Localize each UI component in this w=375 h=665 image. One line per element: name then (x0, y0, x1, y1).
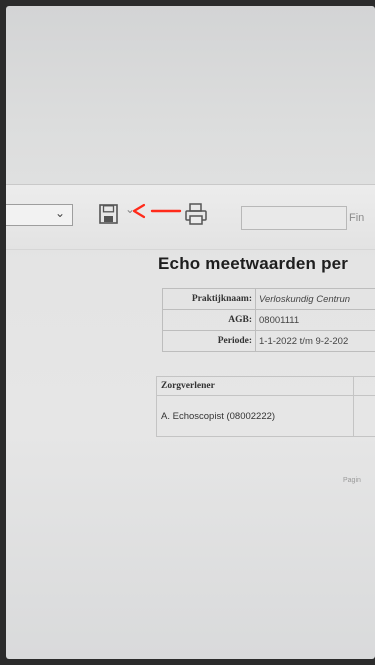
print-icon[interactable] (183, 201, 209, 227)
report-page: Echo meetwaarden per Praktijknaam: Verlo… (146, 248, 375, 548)
zoom-select[interactable]: ⌄ (6, 204, 73, 226)
info-label: Praktijknaam: (162, 288, 256, 310)
chevron-down-icon[interactable]: ⌄ (55, 206, 65, 220)
screen-photo: ⌄ ⌄ Fin Echo meetwaarden per Praktijknaa… (6, 6, 375, 659)
info-value: 1-1-2022 t/m 9-2-202 (255, 330, 375, 352)
zorgverlener-cell: A. Echoscopist (08002222) (156, 395, 354, 437)
info-row: Praktijknaam: Verloskundig Centrun (162, 288, 375, 310)
column-header-empty (353, 376, 375, 396)
info-label: AGB: (162, 309, 256, 331)
report-toolbar: ⌄ ⌄ Fin (6, 184, 375, 250)
report-info-table: Praktijknaam: Verloskundig Centrun AGB: … (162, 288, 375, 352)
info-value: Verloskundig Centrun (255, 288, 375, 310)
table-cell-empty (353, 395, 375, 437)
find-label[interactable]: Fin (349, 212, 364, 224)
zorgverlener-table: Zorgverlener A. Echoscopist (08002222) (156, 376, 375, 437)
table-header-row: Zorgverlener (156, 376, 375, 396)
info-row: AGB: 08001111 (162, 309, 375, 331)
save-icon[interactable] (97, 202, 121, 226)
annotation-arrow-icon (132, 203, 182, 219)
info-value: 08001111 (255, 309, 375, 331)
info-label: Periode: (162, 330, 256, 352)
column-header-zorgverlener: Zorgverlener (156, 376, 354, 396)
report-title: Echo meetwaarden per (158, 254, 349, 273)
find-input[interactable] (241, 206, 347, 230)
table-row: A. Echoscopist (08002222) (156, 395, 375, 437)
page-indicator: Pagin (343, 477, 361, 484)
info-row: Periode: 1-1-2022 t/m 9-2-202 (162, 330, 375, 352)
